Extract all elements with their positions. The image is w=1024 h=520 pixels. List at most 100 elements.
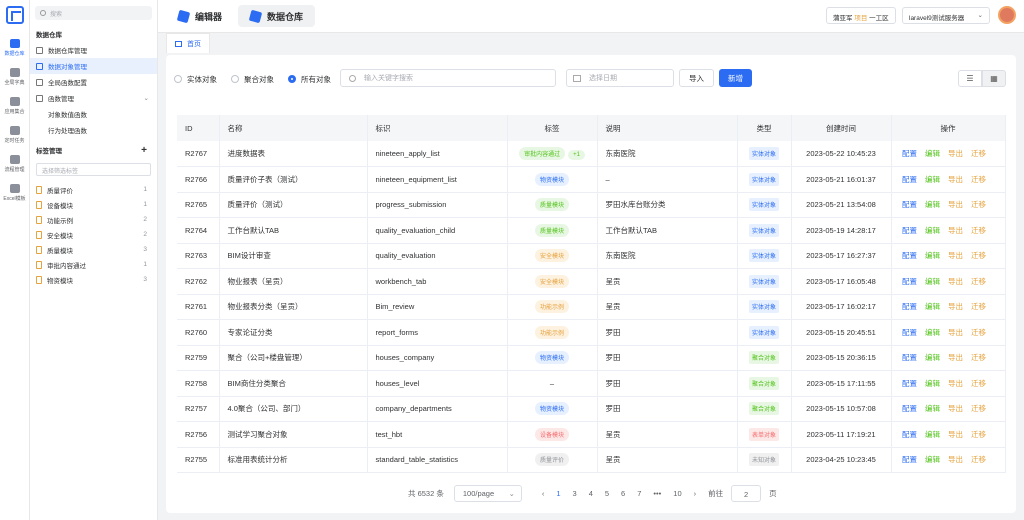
goto-page-input[interactable]: 2 <box>731 484 762 502</box>
tab-data-warehouse[interactable]: 数据仓库 <box>238 5 316 27</box>
migrate-link[interactable]: 迁移 <box>971 149 986 158</box>
migrate-link[interactable]: 迁移 <box>971 455 986 464</box>
migrate-link[interactable]: 迁移 <box>971 379 986 388</box>
sidebar-item[interactable]: 数据仓库管理 <box>30 42 157 58</box>
import-button[interactable]: 导入 <box>679 69 714 87</box>
tab-home[interactable]: 首页 <box>166 33 210 53</box>
edit-link[interactable]: 编辑 <box>925 251 940 260</box>
tag-item[interactable]: 审批内容通过 1 <box>30 257 157 272</box>
migrate-link[interactable]: 迁移 <box>971 175 986 184</box>
config-link[interactable]: 配置 <box>902 302 917 311</box>
export-link[interactable]: 导出 <box>948 455 963 464</box>
page-number[interactable]: 7 <box>637 489 641 498</box>
edit-link[interactable]: 编辑 <box>925 328 940 337</box>
edit-link[interactable]: 编辑 <box>925 430 940 439</box>
config-link[interactable]: 配置 <box>902 404 917 413</box>
config-link[interactable]: 配置 <box>902 251 917 260</box>
export-link[interactable]: 导出 <box>948 379 963 388</box>
date-picker[interactable]: 选择日期 <box>566 69 674 87</box>
config-link[interactable]: 配置 <box>902 455 917 464</box>
object-type-radio[interactable]: 聚合对象 <box>231 74 274 85</box>
add-tag-button[interactable]: + <box>141 145 147 156</box>
tag-item[interactable]: 质量模块 3 <box>30 242 157 257</box>
keyword-search-input[interactable]: 输入关键字搜索 <box>340 69 556 87</box>
tag-item[interactable]: 设备模块 1 <box>30 197 157 212</box>
export-link[interactable]: 导出 <box>948 353 963 362</box>
migrate-link[interactable]: 迁移 <box>971 328 986 337</box>
server-selector[interactable]: laravel9测试服务器 ⌄ <box>902 7 990 24</box>
migrate-link[interactable]: 迁移 <box>971 404 986 413</box>
sidebar-item[interactable]: 全局函数配置 <box>30 74 157 90</box>
edit-link[interactable]: 编辑 <box>925 226 940 235</box>
sidebar-subitem[interactable]: 行为处理函数 <box>30 122 157 138</box>
rail-item[interactable]: 应用集合 <box>0 94 29 123</box>
export-link[interactable]: 导出 <box>948 328 963 337</box>
config-link[interactable]: 配置 <box>902 353 917 362</box>
migrate-link[interactable]: 迁移 <box>971 200 986 209</box>
sidebar-search[interactable]: 搜索 <box>35 6 152 20</box>
export-link[interactable]: 导出 <box>948 302 963 311</box>
sidebar-subitem[interactable]: 对象数值函数 <box>30 106 157 122</box>
export-link[interactable]: 导出 <box>948 200 963 209</box>
next-page-button[interactable]: › <box>694 489 697 498</box>
edit-link[interactable]: 编辑 <box>925 277 940 286</box>
prev-page-button[interactable]: ‹ <box>542 489 545 498</box>
migrate-link[interactable]: 迁移 <box>971 226 986 235</box>
rail-item[interactable]: Excel模板 <box>0 181 29 210</box>
edit-link[interactable]: 编辑 <box>925 353 940 362</box>
config-link[interactable]: 配置 <box>902 328 917 337</box>
config-link[interactable]: 配置 <box>902 226 917 235</box>
config-link[interactable]: 配置 <box>902 430 917 439</box>
tag-item[interactable]: 质量评价 1 <box>30 182 157 197</box>
rail-item[interactable]: 数据仓库 <box>0 36 29 65</box>
project-selector[interactable]: 蒲亚军 项目 一工区 <box>826 7 896 24</box>
page-number[interactable]: 4 <box>589 489 593 498</box>
grid-view-toggle[interactable]: ▦ <box>982 70 1006 87</box>
export-link[interactable]: 导出 <box>948 149 963 158</box>
page-number[interactable]: 3 <box>573 489 577 498</box>
rail-item[interactable]: 全局字典 <box>0 65 29 94</box>
object-type-radio[interactable]: 所有对象 <box>288 74 331 85</box>
export-link[interactable]: 导出 <box>948 226 963 235</box>
sidebar-item[interactable]: 数据对象管理 <box>30 58 157 74</box>
tag-filter-select[interactable]: 选择筛选标签 <box>36 163 151 176</box>
sidebar-item[interactable]: 函数管理 ⌄ <box>30 90 157 106</box>
avatar[interactable] <box>998 6 1016 24</box>
edit-link[interactable]: 编辑 <box>925 149 940 158</box>
config-link[interactable]: 配置 <box>902 175 917 184</box>
edit-link[interactable]: 编辑 <box>925 455 940 464</box>
migrate-link[interactable]: 迁移 <box>971 251 986 260</box>
edit-link[interactable]: 编辑 <box>925 404 940 413</box>
export-link[interactable]: 导出 <box>948 430 963 439</box>
edit-link[interactable]: 编辑 <box>925 379 940 388</box>
config-link[interactable]: 配置 <box>902 200 917 209</box>
page-number[interactable]: 1 <box>556 489 560 498</box>
migrate-link[interactable]: 迁移 <box>971 277 986 286</box>
migrate-link[interactable]: 迁移 <box>971 302 986 311</box>
migrate-link[interactable]: 迁移 <box>971 353 986 362</box>
tab-editor[interactable]: 编辑器 <box>166 5 234 27</box>
config-link[interactable]: 配置 <box>902 149 917 158</box>
add-button[interactable]: 新增 <box>719 69 752 87</box>
export-link[interactable]: 导出 <box>948 175 963 184</box>
list-view-toggle[interactable]: ☰ <box>958 70 982 87</box>
tag-item[interactable]: 物资模块 3 <box>30 272 157 287</box>
edit-link[interactable]: 编辑 <box>925 175 940 184</box>
rail-item[interactable]: 流程管理 <box>0 152 29 181</box>
tag-item[interactable]: 安全模块 2 <box>30 227 157 242</box>
migrate-link[interactable]: 迁移 <box>971 430 986 439</box>
page-size-select[interactable]: 100/page ⌄ <box>453 484 522 502</box>
config-link[interactable]: 配置 <box>902 379 917 388</box>
page-number[interactable]: 6 <box>621 489 625 498</box>
edit-link[interactable]: 编辑 <box>925 200 940 209</box>
config-link[interactable]: 配置 <box>902 277 917 286</box>
tag-item[interactable]: 功能示例 2 <box>30 212 157 227</box>
page-number[interactable]: 5 <box>605 489 609 498</box>
page-number[interactable]: ••• <box>653 489 661 498</box>
edit-link[interactable]: 编辑 <box>925 302 940 311</box>
export-link[interactable]: 导出 <box>948 251 963 260</box>
rail-item[interactable]: 定时任务 <box>0 123 29 152</box>
export-link[interactable]: 导出 <box>948 277 963 286</box>
object-type-radio[interactable]: 实体对象 <box>174 74 217 85</box>
page-number[interactable]: 10 <box>673 489 681 498</box>
